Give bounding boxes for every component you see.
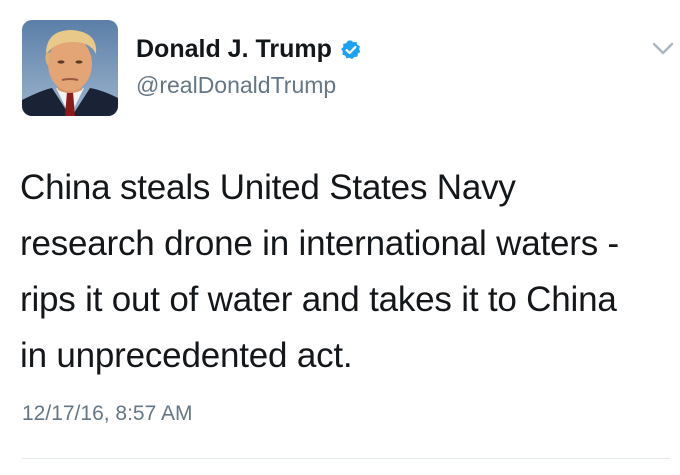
avatar-image bbox=[22, 20, 118, 116]
tweet-text: China steals United States Navy research… bbox=[20, 160, 670, 384]
avatar[interactable] bbox=[22, 20, 118, 116]
author-name-row[interactable]: Donald J. Trump bbox=[136, 35, 362, 64]
author-display-name[interactable]: Donald J. Trump bbox=[136, 35, 332, 64]
verified-badge-icon bbox=[340, 39, 362, 61]
tweet-timestamp[interactable]: 12/17/16, 8:57 AM bbox=[22, 402, 192, 426]
tweet-text-line: rips it out of water and takes it to Chi… bbox=[20, 280, 617, 319]
chevron-down-icon[interactable] bbox=[652, 42, 674, 56]
tweet-text-line: research drone in international waters - bbox=[20, 224, 619, 263]
tweet-card: Donald J. Trump @realDonaldTrump China s… bbox=[0, 0, 680, 475]
author-handle[interactable]: @realDonaldTrump bbox=[136, 72, 336, 99]
tweet-text-line: in unprecedented act. bbox=[20, 336, 353, 375]
divider bbox=[22, 458, 670, 459]
tweet-text-line: China steals United States Navy bbox=[20, 168, 516, 207]
